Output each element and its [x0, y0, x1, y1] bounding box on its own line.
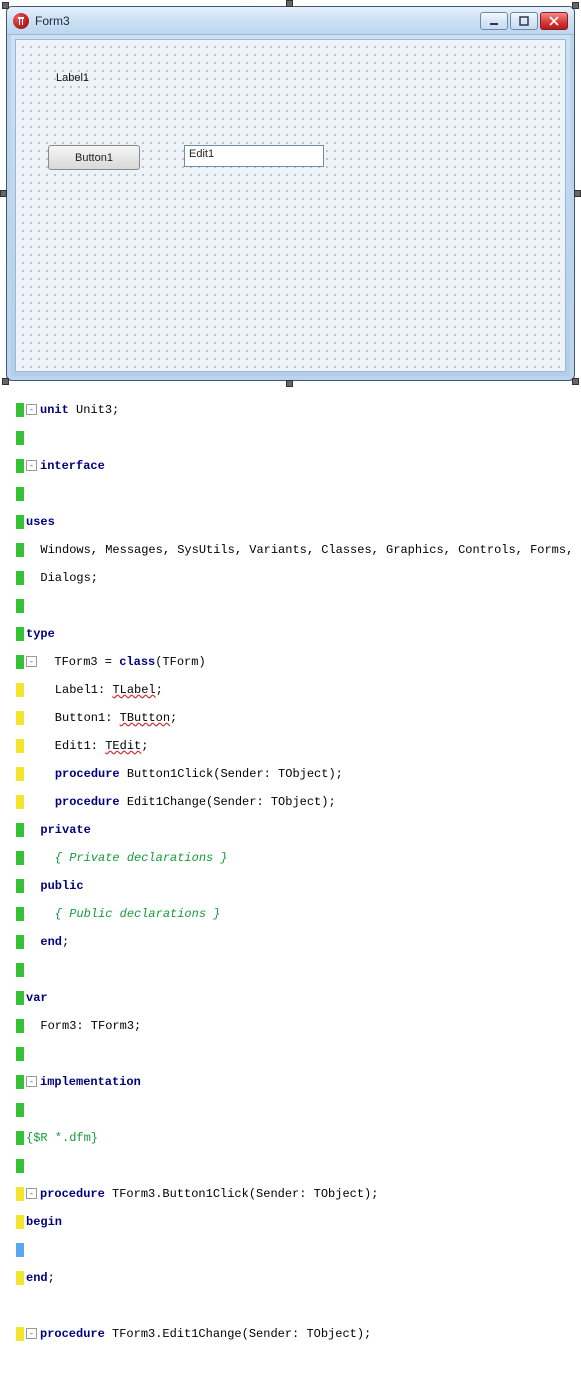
edit1-text: Edit1	[189, 148, 214, 160]
compiler-directive: {$R *.dfm}	[26, 1131, 98, 1145]
resize-handle-nw[interactable]	[2, 2, 9, 9]
resize-handle-n[interactable]	[286, 0, 293, 7]
fold-icon[interactable]: -	[26, 1328, 37, 1339]
form-client-area[interactable]: Label1 Button1 Edit1	[15, 39, 566, 372]
fold-icon[interactable]: -	[26, 1188, 37, 1199]
code-editor[interactable]: -unit Unit3; -interface uses Windows, Me…	[0, 387, 581, 1379]
close-button[interactable]	[540, 12, 568, 30]
uses-line-1: Windows, Messages, SysUtils, Variants, C…	[26, 543, 573, 557]
edit1[interactable]: Edit1	[184, 145, 324, 167]
form-designer: Form3 Label1 Button1 Edit1	[0, 0, 581, 387]
resize-handle-s[interactable]	[286, 380, 293, 387]
app-icon	[13, 13, 29, 29]
button1-caption: Button1	[75, 152, 113, 164]
unit-name: Unit3;	[76, 403, 119, 417]
var-line: Form3: TForm3;	[26, 1019, 141, 1033]
titlebar[interactable]: Form3	[7, 7, 574, 35]
label1[interactable]: Label1	[56, 72, 89, 84]
resize-handle-w[interactable]	[0, 190, 7, 197]
form-window[interactable]: Form3 Label1 Button1 Edit1	[6, 6, 575, 381]
fold-icon[interactable]: -	[26, 656, 37, 667]
resize-handle-e[interactable]	[574, 190, 581, 197]
window-title: Form3	[35, 14, 70, 28]
fold-icon[interactable]: -	[26, 460, 37, 471]
resize-handle-se[interactable]	[572, 378, 579, 385]
resize-handle-ne[interactable]	[572, 2, 579, 9]
resize-handle-sw[interactable]	[2, 378, 9, 385]
button1[interactable]: Button1	[48, 145, 140, 170]
maximize-button[interactable]	[510, 12, 538, 30]
uses-line-2: Dialogs;	[26, 571, 98, 585]
fold-icon[interactable]: -	[26, 404, 37, 415]
code-body[interactable]: -unit Unit3; -interface uses Windows, Me…	[14, 387, 581, 1379]
fold-icon[interactable]: -	[26, 1076, 37, 1087]
minimize-button[interactable]	[480, 12, 508, 30]
